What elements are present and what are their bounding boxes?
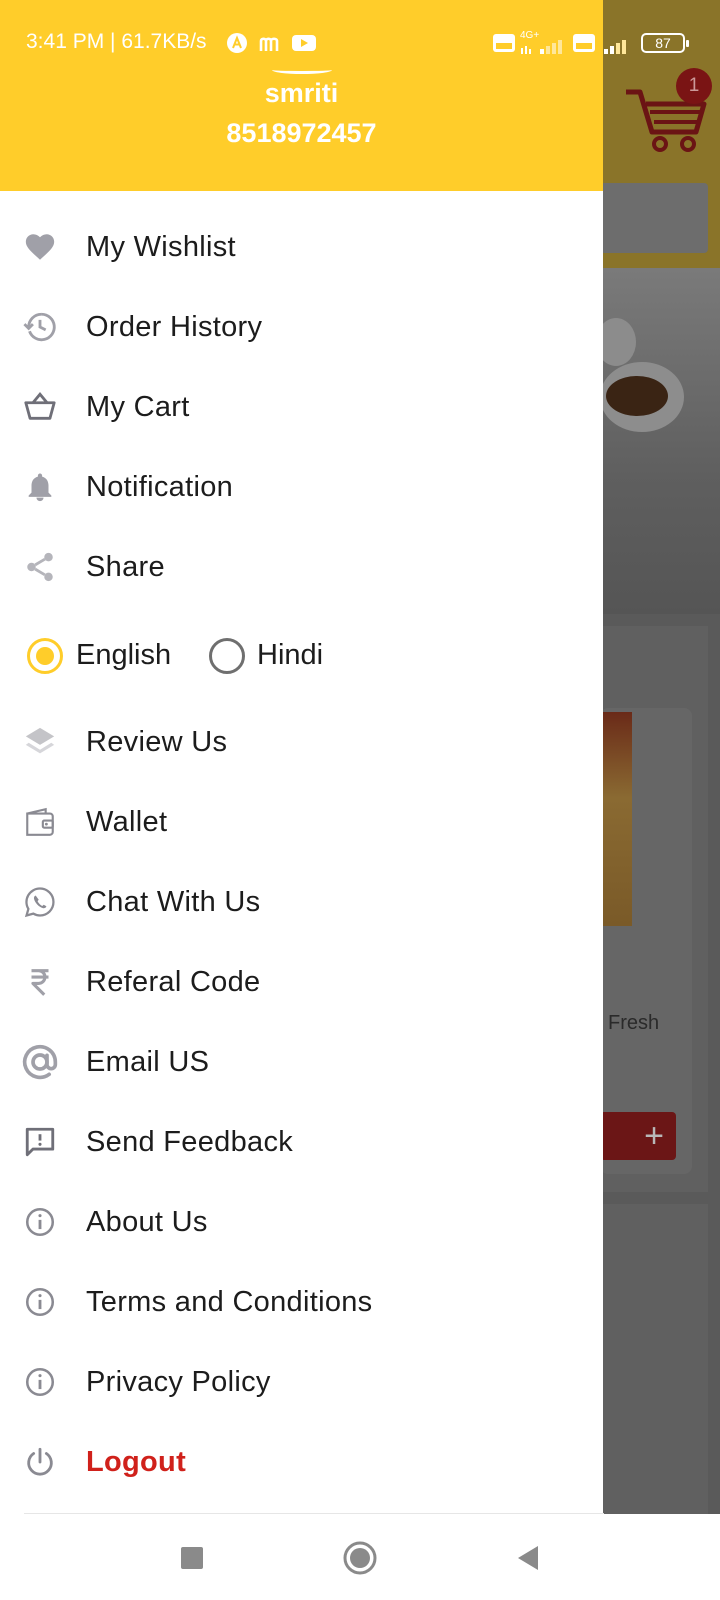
info-icon <box>20 1362 60 1402</box>
signal-icon-sim2 <box>602 38 636 60</box>
volte-icon-sim2 <box>572 32 596 54</box>
recents-button[interactable] <box>170 1536 214 1580</box>
radio-label-english[interactable]: English <box>76 639 171 672</box>
add-to-cart-button[interactable]: + <box>600 1112 676 1160</box>
menu-item-referal-code[interactable]: Referal Code <box>0 946 603 1018</box>
share-icon <box>20 547 60 587</box>
radio-hindi[interactable] <box>209 638 245 674</box>
menu-item-my-wishlist[interactable]: My Wishlist <box>0 211 603 283</box>
heart-icon <box>20 227 60 267</box>
history-icon <box>20 307 60 347</box>
status-bar: 3:41 PM | 61.7KB/s 4G+ 87 <box>0 0 720 86</box>
menu-item-label: Review Us <box>86 725 228 758</box>
radio-english[interactable] <box>27 638 63 674</box>
battery-indicator: 87 <box>641 33 689 53</box>
menu-item-label: Send Feedback <box>86 1125 294 1158</box>
layers-icon <box>20 722 60 762</box>
product-name: Fresh <box>608 1012 660 1034</box>
user-phone: 8518972457 <box>226 118 377 148</box>
menu-item-send-feedback[interactable]: Send Feedback <box>0 1106 603 1178</box>
volte-icon <box>492 32 516 54</box>
whatsapp-icon <box>20 882 60 922</box>
menu-item-label: My Wishlist <box>86 230 236 263</box>
radio-label-hindi[interactable]: Hindi <box>257 639 323 672</box>
home-button[interactable] <box>338 1536 382 1580</box>
menu-item-review-us[interactable]: Review Us <box>0 706 603 778</box>
menu-item-label: My Cart <box>86 390 190 423</box>
info-icon <box>20 1282 60 1322</box>
info-icon <box>20 1202 60 1242</box>
bell-icon <box>20 467 60 507</box>
wallet-icon <box>20 802 60 842</box>
menu-item-privacy-policy[interactable]: Privacy Policy <box>0 1346 603 1418</box>
menu-item-terms-and-conditions[interactable]: Terms and Conditions <box>0 1266 603 1338</box>
menu-item-about-us[interactable]: About Us <box>0 1186 603 1258</box>
feedback-icon <box>20 1122 60 1162</box>
back-button[interactable] <box>506 1536 550 1580</box>
navigation-drawer: smriti 8518972457 My Wishlist Order Hist… <box>0 0 603 1514</box>
rupee-icon <box>20 962 60 1002</box>
product-section <box>600 1204 708 1514</box>
menu-item-label: Terms and Conditions <box>86 1285 373 1318</box>
youtube-icon <box>291 32 317 54</box>
menu-item-logout[interactable]: Logout <box>0 1426 603 1498</box>
menu-item-label: Email US <box>86 1045 210 1078</box>
product-image <box>600 712 632 926</box>
power-icon <box>20 1442 60 1482</box>
menu-item-chat-with-us[interactable]: Chat With Us <box>0 866 603 938</box>
menu-item-notification[interactable]: Notification <box>0 451 603 523</box>
menu-item-label: Privacy Policy <box>86 1365 271 1398</box>
menu-item-label: Share <box>86 550 165 583</box>
menu-item-label: Order History <box>86 310 263 343</box>
basket-icon <box>20 387 60 427</box>
menu-item-label: Wallet <box>86 805 168 838</box>
menu-item-my-cart[interactable]: My Cart <box>0 371 603 443</box>
status-time: 3:41 PM | 61.7KB/s <box>26 30 207 53</box>
menu-item-label: Notification <box>86 470 234 503</box>
language-selector: English Hindi <box>0 620 603 692</box>
menu-item-order-history[interactable]: Order History <box>0 291 603 363</box>
menu-item-wallet[interactable]: Wallet <box>0 786 603 858</box>
menu-item-label: About Us <box>86 1205 208 1238</box>
menu-item-label: Referal Code <box>86 965 261 998</box>
menu-item-label: Chat With Us <box>86 885 261 918</box>
menu-item-share[interactable]: Share <box>0 531 603 603</box>
messenger-m-icon <box>258 32 282 54</box>
search-bar[interactable] <box>600 183 708 253</box>
menu-item-label: Logout <box>86 1445 187 1478</box>
banner-almonds-image <box>606 376 668 416</box>
signal-icon <box>520 38 566 60</box>
app-notification-icon <box>226 32 248 54</box>
menu-item-email-us[interactable]: Email US <box>0 1026 603 1098</box>
at-icon <box>20 1042 60 1082</box>
